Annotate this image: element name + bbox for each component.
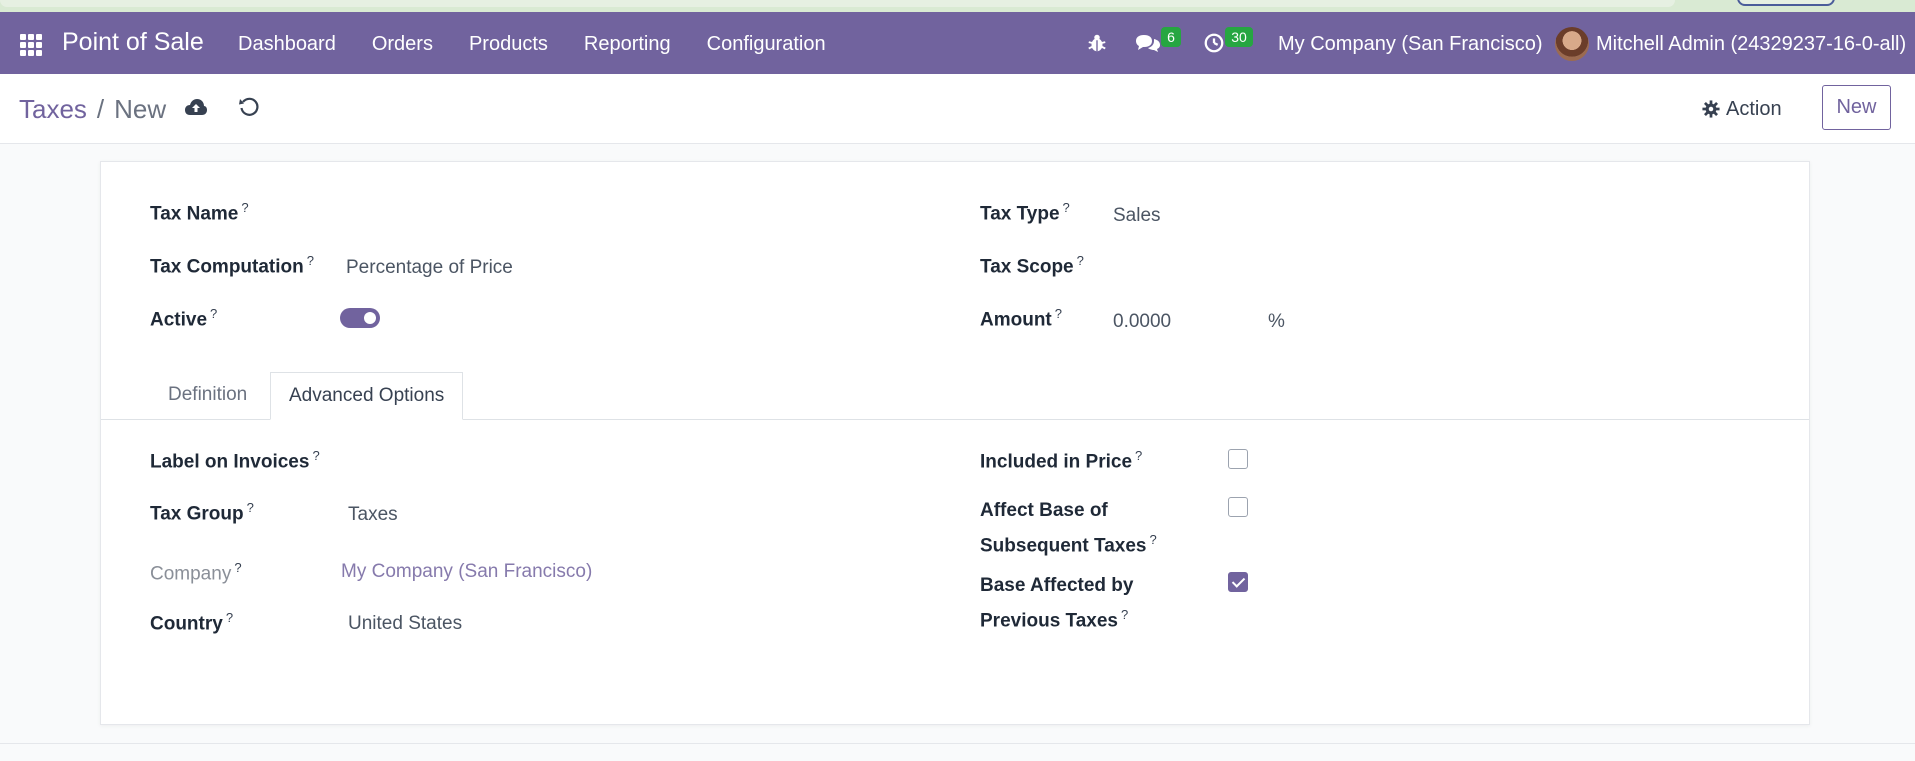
activity-count-badge: 30 bbox=[1225, 27, 1253, 47]
breadcrumb-separator: / bbox=[96, 94, 105, 124]
tax-computation-select[interactable]: Percentage of Price bbox=[346, 257, 513, 279]
affect-base-checkbox[interactable] bbox=[1228, 497, 1248, 517]
new-record-button[interactable]: New bbox=[1822, 85, 1891, 130]
tax-name-label: Tax Name? bbox=[150, 200, 249, 225]
menu-reporting[interactable]: Reporting bbox=[584, 33, 671, 56]
base-affected-checkbox[interactable] bbox=[1228, 572, 1248, 592]
tax-group-label: Tax Group? bbox=[150, 500, 254, 525]
page-bottom-divider bbox=[0, 743, 1915, 744]
browser-button-fragment bbox=[1737, 0, 1835, 6]
tax-type-label: Tax Type? bbox=[980, 200, 1070, 225]
save-cloud-icon[interactable] bbox=[184, 97, 208, 119]
gear-icon bbox=[1702, 100, 1720, 118]
included-in-price-label: Included in Price? bbox=[980, 448, 1143, 473]
active-label: Active? bbox=[150, 306, 218, 331]
breadcrumb-taxes-link[interactable]: Taxes bbox=[19, 94, 87, 125]
tax-type-select[interactable]: Sales bbox=[1113, 205, 1161, 227]
discard-undo-icon[interactable] bbox=[238, 96, 260, 118]
amount-label: Amount? bbox=[980, 306, 1062, 331]
amount-input[interactable]: 0.0000 bbox=[1113, 311, 1171, 333]
country-label: Country? bbox=[150, 610, 234, 635]
breadcrumb: Taxes / New bbox=[19, 94, 166, 125]
company-label: Company? bbox=[150, 560, 242, 585]
included-in-price-checkbox[interactable] bbox=[1228, 449, 1248, 469]
menu-dashboard[interactable]: Dashboard bbox=[238, 33, 336, 56]
top-navbar: Point of Sale Dashboard Orders Products … bbox=[0, 12, 1915, 74]
base-affected-label: Base Affected by Previous Taxes? bbox=[980, 575, 1134, 632]
amount-unit: % bbox=[1268, 311, 1285, 332]
tab-definition[interactable]: Definition bbox=[150, 372, 265, 420]
menu-configuration[interactable]: Configuration bbox=[707, 33, 826, 56]
tax-group-select[interactable]: Taxes bbox=[348, 504, 398, 526]
active-toggle[interactable] bbox=[340, 308, 380, 328]
activity-clock-icon[interactable] bbox=[1203, 32, 1225, 54]
tax-computation-label: Tax Computation? bbox=[150, 253, 314, 278]
main-menu: Dashboard Orders Products Reporting Conf… bbox=[238, 33, 862, 56]
form-sheet: Tax Name? Tax Computation? Percentage of… bbox=[100, 161, 1810, 725]
app-brand[interactable]: Point of Sale bbox=[62, 28, 204, 57]
control-panel: Taxes / New Action New bbox=[0, 74, 1915, 144]
messages-count-badge: 6 bbox=[1161, 27, 1181, 47]
menu-orders[interactable]: Orders bbox=[372, 33, 433, 56]
company-value: My Company (San Francisco) bbox=[341, 561, 593, 582]
messages-chat-icon[interactable] bbox=[1135, 31, 1161, 55]
country-select[interactable]: United States bbox=[348, 613, 462, 635]
menu-products[interactable]: Products bbox=[469, 33, 548, 56]
tax-scope-label: Tax Scope? bbox=[980, 253, 1084, 278]
action-label: Action bbox=[1726, 97, 1782, 120]
user-avatar[interactable] bbox=[1555, 27, 1589, 61]
user-menu[interactable]: Mitchell Admin (24329237-16-0-all) bbox=[1596, 33, 1906, 56]
debug-bug-icon[interactable] bbox=[1086, 32, 1108, 54]
browser-top-strip bbox=[0, 0, 1915, 12]
apps-grid-icon[interactable] bbox=[20, 34, 42, 56]
affect-base-label: Affect Base of Subsequent Taxes? bbox=[980, 500, 1157, 557]
browser-url-bar-fragment bbox=[0, 0, 1675, 7]
breadcrumb-current: New bbox=[114, 94, 167, 124]
action-menu-button[interactable]: Action bbox=[1702, 92, 1782, 126]
company-switcher[interactable]: My Company (San Francisco) bbox=[1278, 33, 1543, 56]
label-on-invoices-label: Label on Invoices? bbox=[150, 448, 320, 473]
tab-advanced-options[interactable]: Advanced Options bbox=[270, 372, 464, 420]
